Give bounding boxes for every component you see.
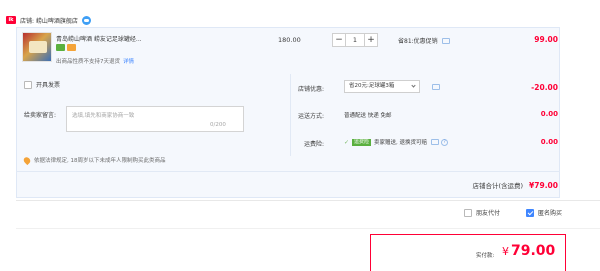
service-icons — [56, 44, 76, 51]
shop-discount-value: -20.00 — [531, 83, 558, 92]
shop-discount-label: 店铺优惠: — [297, 86, 324, 93]
return-policy-note: 出商品性质不支持7天退货 详情 — [56, 57, 134, 65]
item-promotion-text: 省81:优惠促销 — [398, 38, 438, 45]
item-subtotal: 99.00 — [534, 35, 558, 44]
discount-chat-icon[interactable] — [432, 84, 440, 90]
product-thumbnail[interactable] — [22, 32, 52, 62]
service-badge-icon — [56, 44, 65, 51]
anonymous-label: 匿名购买 — [538, 210, 563, 217]
item-promotion: 省81:优惠促销 — [398, 36, 450, 45]
shop-total-label: 店铺合计(含运费) — [472, 182, 524, 190]
help-icon[interactable]: ? — [441, 138, 449, 146]
age-notice-text: 依据法律规定, 18周岁以下未成年人限制购买此类商品 — [34, 158, 166, 164]
quantity-stepper: − 1 + — [332, 32, 378, 48]
age-notice: 依据法律规定, 18周岁以下未成年人限制购买此类商品 — [22, 155, 166, 165]
invoice-checkbox[interactable] — [24, 80, 32, 89]
wangwang-chat-icon[interactable] — [81, 15, 91, 25]
invoice-option[interactable]: 开具发票 — [24, 80, 60, 89]
quantity-input[interactable]: 1 — [346, 33, 364, 47]
insurance-info: ✓ 运费险 卖家赠送, 退换货可赔 ? — [344, 138, 449, 146]
message-char-count: 0/200 — [210, 122, 226, 128]
product-title-link[interactable]: 青岛崂山啤酒 崂友记足球罐经... — [56, 34, 206, 43]
insurance-text: 卖家赠送, 退换货可赔 — [374, 140, 428, 146]
shipping-label: 运送方式: — [297, 113, 324, 120]
tmall-badge-icon: ik — [6, 16, 16, 24]
options-divider — [16, 200, 600, 201]
card-badge-icon — [67, 44, 76, 51]
friend-pay-checkbox[interactable] — [464, 208, 472, 217]
shipping-value: 0.00 — [540, 110, 558, 118]
message-placeholder: 选填,填先和商家协商一致 — [72, 113, 135, 119]
seller-message-input[interactable] — [66, 106, 244, 132]
message-label: 给卖家留言: — [24, 112, 57, 119]
insurance-chat-icon[interactable] — [431, 139, 440, 145]
detail-link[interactable]: 详情 — [123, 59, 134, 65]
anonymous-option[interactable]: 匿名购买 — [526, 208, 562, 217]
location-pin-icon — [22, 155, 32, 165]
insurance-value: 0.00 — [540, 138, 558, 146]
store-name-link[interactable]: 店铺: 崂山啤酒旗舰店 — [20, 16, 78, 25]
insurance-label: 运费险: — [303, 141, 324, 148]
chevron-down-icon — [411, 83, 416, 88]
return-policy-text: 出商品性质不支持7天退货 — [56, 59, 121, 65]
shop-total-amount: ¥79.00 — [529, 181, 558, 190]
check-icon: ✓ — [344, 138, 350, 146]
invoice-label: 开具发票 — [36, 82, 61, 89]
payment-label: 实付款: — [476, 253, 495, 259]
total-divider — [16, 171, 560, 172]
checkout-page: ik 店铺: 崂山啤酒旗舰店 青岛崂山啤酒 崂友记足球罐经... 出商品性质不支… — [0, 0, 600, 271]
payment-divider — [16, 228, 600, 229]
unit-price: 180.00 — [278, 36, 301, 44]
quantity-increase-button[interactable]: + — [364, 33, 378, 47]
store-header: ik 店铺: 崂山啤酒旗舰店 — [6, 13, 91, 27]
anonymous-checkbox[interactable] — [526, 208, 534, 217]
quantity-decrease-button[interactable]: − — [332, 33, 346, 47]
payment-amount-value: 79.00 — [511, 243, 556, 259]
insurance-badge: 运费险 — [352, 138, 372, 146]
shop-total: 店铺合计(含运费) ¥79.00 — [400, 180, 558, 190]
friend-pay-option[interactable]: 朋友代付 — [464, 208, 500, 217]
promo-chat-icon[interactable] — [441, 37, 450, 44]
shop-discount-selected: 省20元:足球罐3箱 — [349, 83, 395, 89]
currency-symbol: ¥ — [502, 245, 509, 258]
friend-pay-label: 朋友代付 — [476, 210, 501, 217]
payment-amount: ¥79.00 — [502, 243, 555, 259]
shipping-method: 普通配送 快递 免邮 — [344, 113, 392, 119]
shop-discount-select[interactable]: 省20元:足球罐3箱 — [344, 80, 420, 93]
